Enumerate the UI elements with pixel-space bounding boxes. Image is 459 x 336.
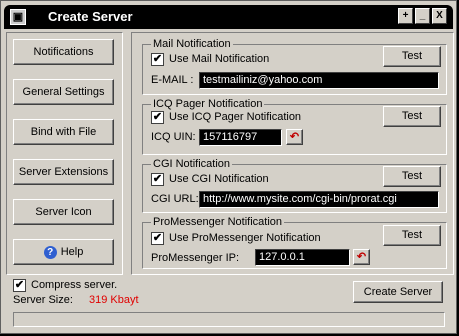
use-cgi-label: Use CGI Notification xyxy=(169,173,269,185)
email-label: E-MAIL : xyxy=(151,74,194,86)
cgi-url-field[interactable]: http://www.mysite.com/cgi-bin/prorat.cgi xyxy=(199,191,439,208)
promessenger-group-title: ProMessenger Notification xyxy=(151,216,285,228)
app-icon: ▣ xyxy=(10,9,26,25)
server-size-label: Server Size: xyxy=(13,294,73,306)
use-promessenger-label: Use ProMessenger Notification xyxy=(169,232,321,244)
promessenger-ip-field[interactable]: 127.0.0.1 xyxy=(255,249,350,266)
close-button[interactable]: X xyxy=(432,8,447,24)
use-icq-label: Use ICQ Pager Notification xyxy=(169,111,302,123)
general-settings-button[interactable]: General Settings xyxy=(13,79,114,105)
create-server-button[interactable]: Create Server xyxy=(353,281,443,303)
use-mail-checkbox[interactable]: ✔ xyxy=(151,53,164,66)
icq-reset-icon[interactable]: ↶ xyxy=(286,129,303,145)
server-icon-button[interactable]: Server Icon xyxy=(13,199,114,225)
icq-uin-label: ICQ UIN: xyxy=(151,131,196,143)
progress-bar xyxy=(13,312,445,327)
help-icon: ? xyxy=(43,245,57,259)
use-cgi-checkbox[interactable]: ✔ xyxy=(151,173,164,186)
server-extensions-button[interactable]: Server Extensions xyxy=(13,159,114,185)
window-title: Create Server xyxy=(48,9,133,24)
promessenger-ip-label: ProMessenger IP: xyxy=(151,252,240,264)
cgi-test-button[interactable]: Test xyxy=(383,166,441,187)
mail-group-title: Mail Notification xyxy=(151,38,233,50)
promessenger-test-button[interactable]: Test xyxy=(383,225,441,246)
cgi-group-title: CGI Notification xyxy=(151,158,233,170)
title-bar[interactable]: ▣ Create Server + _ X xyxy=(4,5,453,29)
help-button[interactable]: ? Help xyxy=(13,239,114,265)
help-label: Help xyxy=(60,246,84,258)
icq-uin-field[interactable]: 157116797 xyxy=(199,129,282,146)
cgi-url-label: CGI URL: xyxy=(151,193,199,205)
create-server-window: ▣ Create Server + _ X Notifications Gene… xyxy=(0,0,457,334)
bind-with-file-button[interactable]: Bind with File xyxy=(13,119,114,145)
compress-server-checkbox[interactable]: ✔ xyxy=(13,279,26,292)
promessenger-reset-icon[interactable]: ↶ xyxy=(353,249,370,265)
use-icq-checkbox[interactable]: ✔ xyxy=(151,111,164,124)
notifications-button[interactable]: Notifications xyxy=(13,39,114,65)
email-field[interactable]: testmailiniz@yahoo.com xyxy=(199,72,439,89)
use-promessenger-checkbox[interactable]: ✔ xyxy=(151,232,164,245)
icq-test-button[interactable]: Test xyxy=(383,106,441,127)
mail-test-button[interactable]: Test xyxy=(383,46,441,67)
use-mail-label: Use Mail Notification xyxy=(169,53,270,65)
icq-group-title: ICQ Pager Notification xyxy=(151,98,265,110)
compress-server-label: Compress server. xyxy=(31,279,118,291)
pin-button[interactable]: + xyxy=(398,8,413,24)
minimize-button[interactable]: _ xyxy=(415,8,430,24)
server-size-value: 319 Kbayt xyxy=(89,294,139,306)
